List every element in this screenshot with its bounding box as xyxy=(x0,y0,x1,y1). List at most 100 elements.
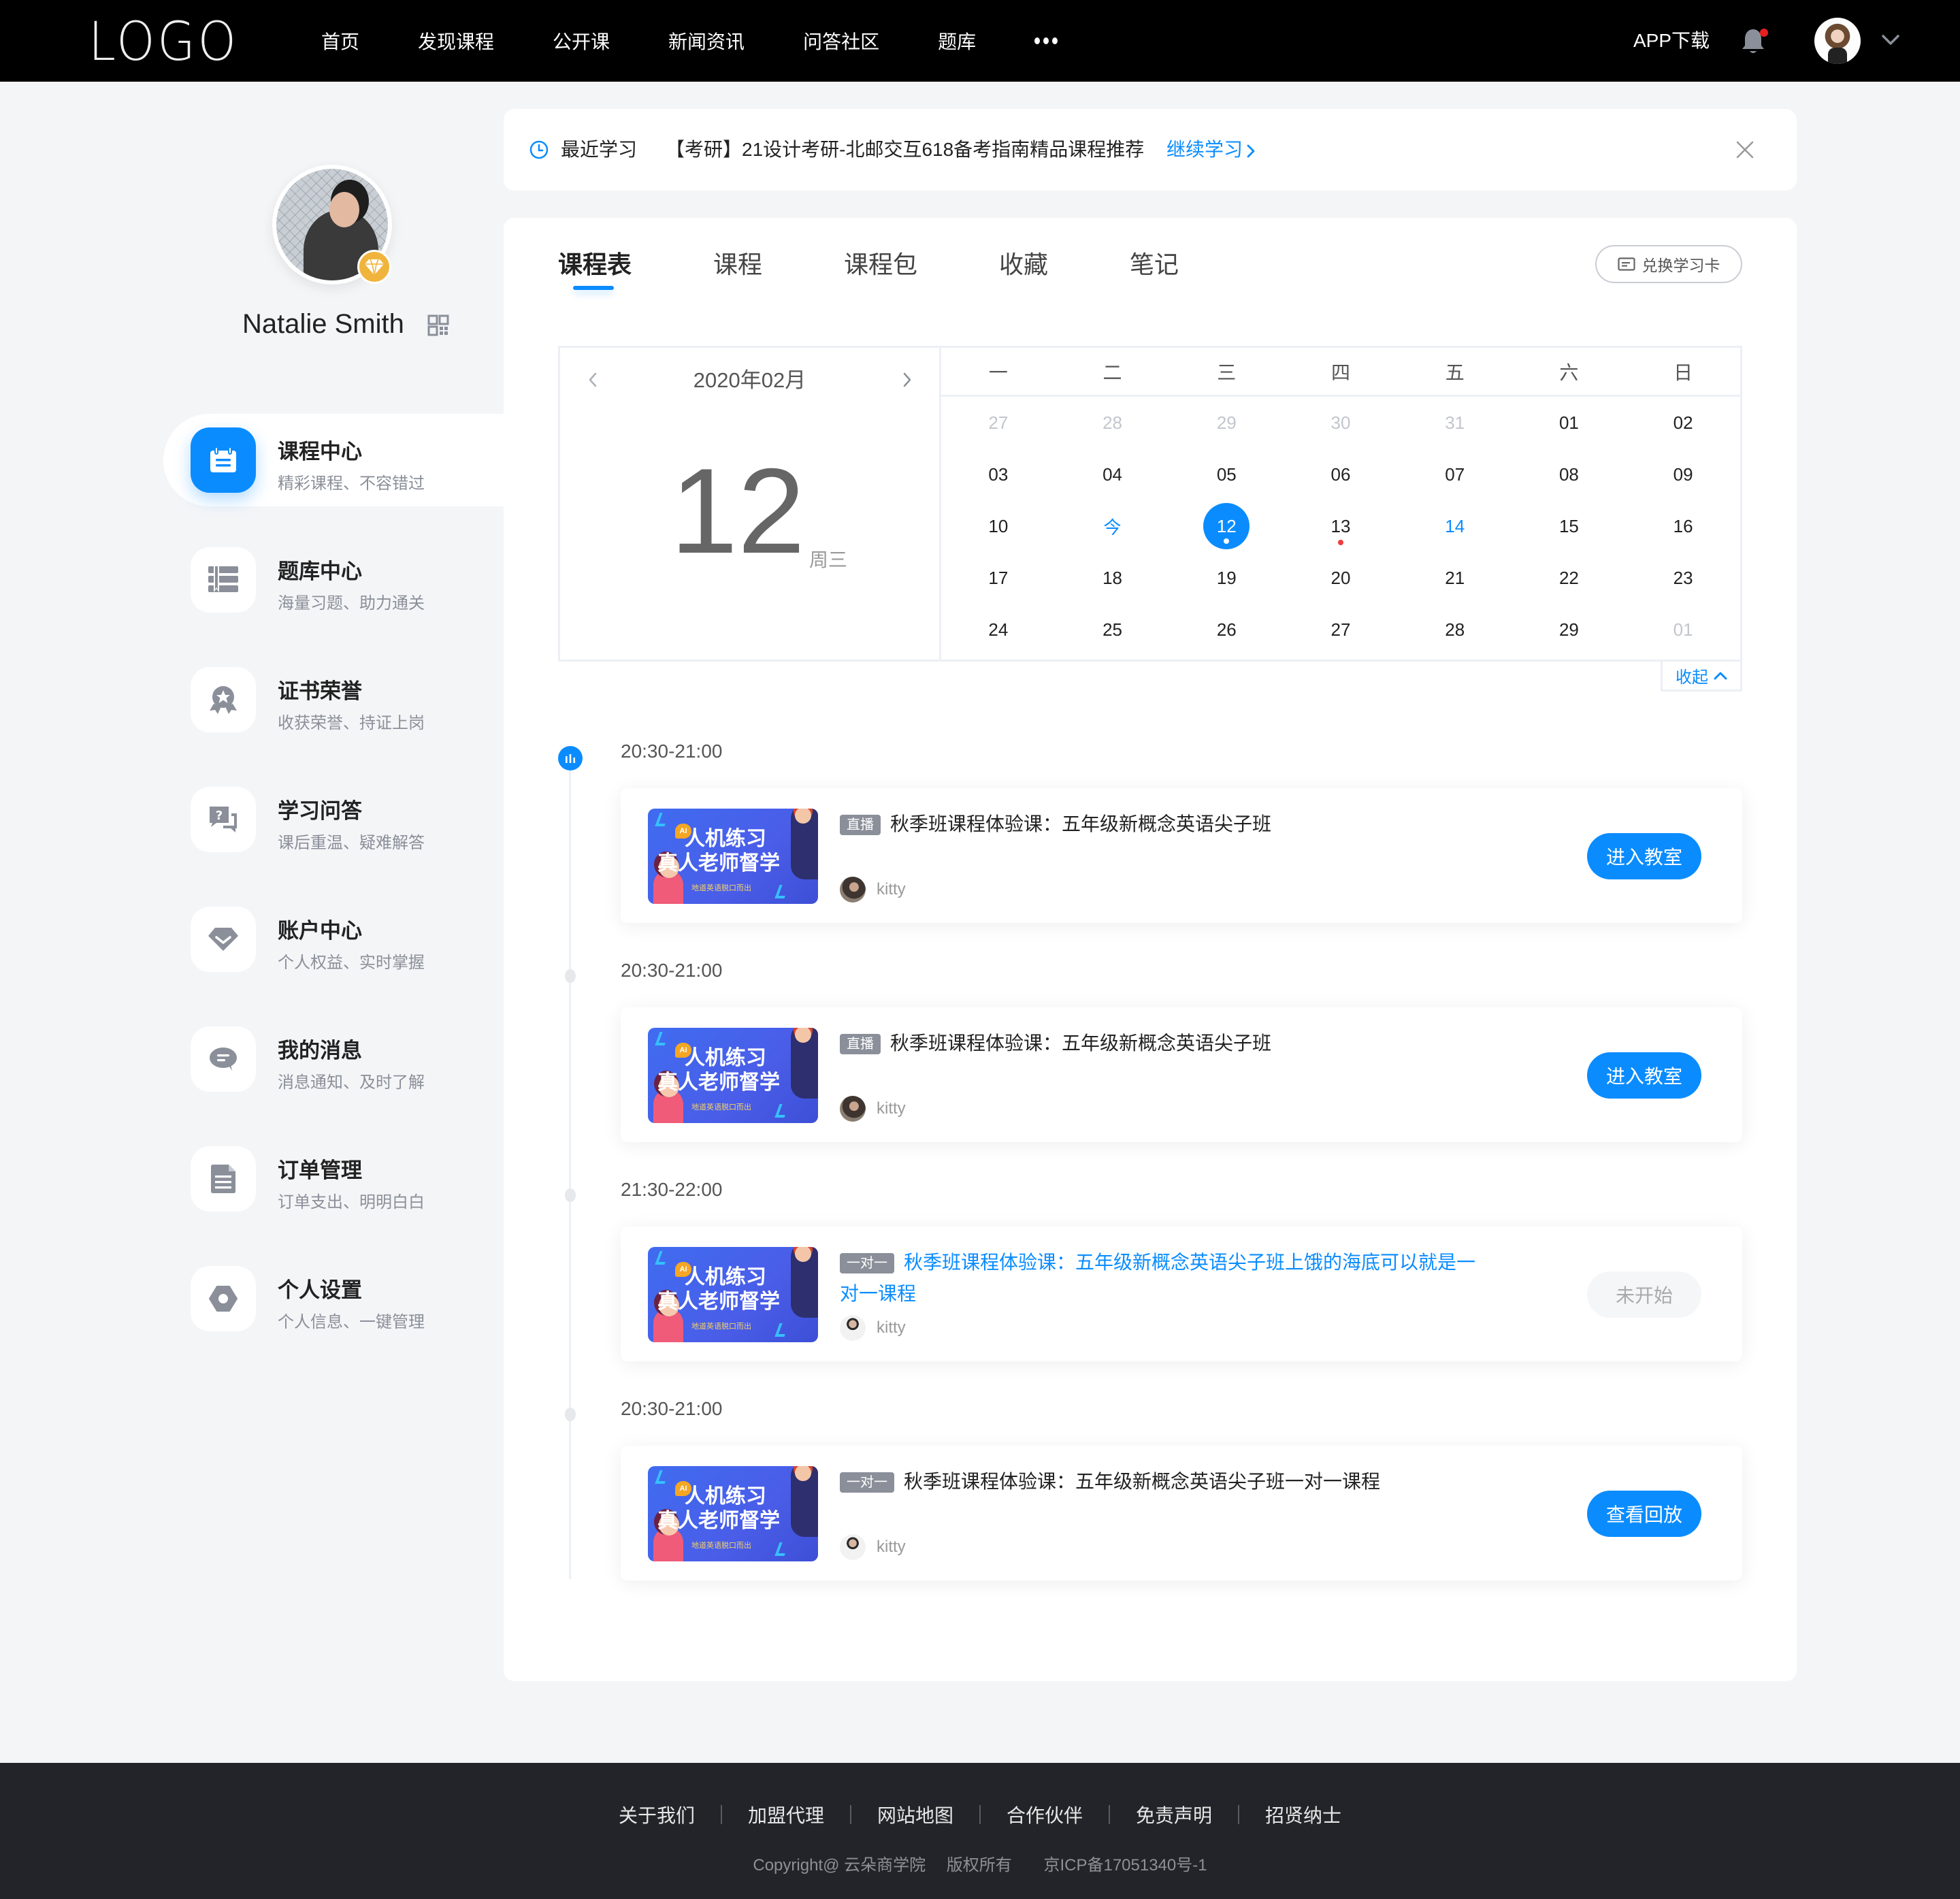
calendar-day[interactable]: 14 xyxy=(1398,500,1512,552)
course-title[interactable]: 直播 秋季班课程体验课：五年级新概念英语尖子班 xyxy=(840,1028,1480,1059)
nav-qa-community[interactable]: 问答社区 xyxy=(803,27,879,54)
calendar-day[interactable]: 27 xyxy=(1284,604,1398,655)
calendar-day[interactable]: 09 xyxy=(1626,449,1740,500)
calendar-day[interactable]: 08 xyxy=(1512,449,1627,500)
calendar-day[interactable]: 07 xyxy=(1398,449,1512,500)
calendar-day[interactable]: 25 xyxy=(1056,604,1170,655)
course-title[interactable]: 一对一 秋季班课程体验课：五年级新概念英语尖子班一对一课程 xyxy=(840,1466,1480,1497)
calendar-day-selected[interactable]: 12 xyxy=(1169,500,1284,552)
calendar-day[interactable]: 02 xyxy=(1626,397,1740,449)
footer-links: 关于我们 加盟代理 网站地图 合作伙伴 免责声明 招贤纳士 xyxy=(0,1801,1960,1828)
redeem-study-card-button[interactable]: 兑换学习卡 xyxy=(1595,245,1742,283)
logo[interactable]: LOGO xyxy=(88,15,239,69)
tab-notes[interactable]: 笔记 xyxy=(1130,245,1179,280)
calendar-day[interactable]: 23 xyxy=(1626,552,1740,604)
nav-home[interactable]: 首页 xyxy=(321,27,359,54)
calendar-collapse-toggle[interactable]: 收起 xyxy=(1661,662,1742,692)
app-download-link[interactable]: APP下载 xyxy=(1633,0,1710,82)
calendar-day[interactable]: 28 xyxy=(1398,604,1512,655)
sidebar-item-personal-settings[interactable]: 个人设置 个人信息、一键管理 xyxy=(163,1252,504,1345)
profile-name: Natalie Smith xyxy=(242,309,404,339)
tab-course-packages[interactable]: 课程包 xyxy=(844,245,917,280)
recent-course-title[interactable]: 【考研】21设计考研-北邮交互618备考指南精品课程推荐 xyxy=(666,109,1144,191)
calendar-day[interactable]: 16 xyxy=(1626,500,1740,552)
calendar-day[interactable]: 04 xyxy=(1056,449,1170,500)
calendar-day[interactable]: 06 xyxy=(1284,449,1398,500)
calendar-day[interactable]: 01 xyxy=(1512,397,1627,449)
day-number: 30 xyxy=(1330,412,1351,433)
sidebar-item-title: 账户中心 xyxy=(278,919,362,943)
view-replay-button[interactable]: 查看回放 xyxy=(1587,1491,1701,1537)
course-title[interactable]: 一对一 秋季班课程体验课：五年级新概念英语尖子班上饿的海底可以就是一对一课程 xyxy=(840,1247,1480,1310)
course-thumbnail[interactable]: AI 人机练习 真人老师督学 地道英语脱口而出 xyxy=(648,1247,818,1342)
course-thumbnail[interactable]: AI 人机练习 真人老师督学 地道英语脱口而出 xyxy=(648,1028,818,1123)
calendar-day[interactable]: 18 xyxy=(1056,552,1170,604)
sidebar-item-question-bank[interactable]: 题库中心 海量习题、助力通关 xyxy=(163,534,504,626)
calendar-day[interactable]: 21 xyxy=(1398,552,1512,604)
live-bars-icon xyxy=(566,754,575,763)
enter-classroom-button[interactable]: 进入教室 xyxy=(1587,833,1701,879)
tab-schedule[interactable]: 课程表 xyxy=(558,245,632,280)
sidebar-item-course-center[interactable]: 课程中心 精彩课程、不容错过 xyxy=(163,414,504,506)
calendar-day[interactable]: 05 xyxy=(1169,449,1284,500)
calendar-day[interactable]: 10 xyxy=(941,500,1056,552)
nav-discover-courses[interactable]: 发现课程 xyxy=(418,27,494,54)
collapse-label: 收起 xyxy=(1676,668,1708,687)
calendar-day[interactable]: 29 xyxy=(1169,397,1284,449)
enter-classroom-button[interactable]: 进入教室 xyxy=(1587,1052,1701,1099)
footer-link[interactable]: 招贤纳士 xyxy=(1265,1801,1341,1828)
calendar-day[interactable]: 15 xyxy=(1512,500,1627,552)
calendar-days: 27 28 29 30 31 01 02 03 04 05 06 07 08 09 10 今 12 13 14 15 1… xyxy=(941,397,1740,655)
footer-link[interactable]: 加盟代理 xyxy=(748,1801,824,1828)
chevron-down-icon[interactable] xyxy=(1881,34,1900,46)
ellipsis-icon[interactable] xyxy=(1034,37,1058,44)
calendar-day[interactable]: 30 xyxy=(1284,397,1398,449)
calendar-day[interactable]: 28 xyxy=(1056,397,1170,449)
calendar-day[interactable]: 31 xyxy=(1398,397,1512,449)
user-avatar[interactable] xyxy=(1814,18,1861,64)
calendar-day[interactable]: 03 xyxy=(941,449,1056,500)
nav-question-bank[interactable]: 题库 xyxy=(938,27,976,54)
course-thumbnail[interactable]: AI 人机练习 真人老师督学 地道英语脱口而出 xyxy=(648,809,818,904)
thumbnail-tagline: 地道英语脱口而出 xyxy=(691,1103,751,1111)
calendar-day[interactable]: 26 xyxy=(1169,604,1284,655)
tab-favorites[interactable]: 收藏 xyxy=(999,245,1048,280)
calendar-day[interactable]: 24 xyxy=(941,604,1056,655)
footer-divider xyxy=(849,1805,851,1824)
chevron-right-icon[interactable] xyxy=(899,370,915,390)
sidebar-item-certificates[interactable]: 证书荣誉 收获荣誉、持证上岗 xyxy=(163,653,504,746)
footer-link[interactable]: 合作伙伴 xyxy=(1007,1801,1083,1828)
calendar-day[interactable]: 27 xyxy=(941,397,1056,449)
qrcode-icon[interactable] xyxy=(427,314,449,336)
decoration xyxy=(655,1251,670,1265)
sidebar-item-learning-qa[interactable]: ? 学习问答 课后重温、疑难解答 xyxy=(163,773,504,866)
calendar-day-today[interactable]: 今 xyxy=(1056,500,1170,552)
sidebar-item-messages[interactable]: 我的消息 消息通知、及时了解 xyxy=(163,1013,504,1105)
calendar-day[interactable]: 29 xyxy=(1512,604,1627,655)
calendar-day[interactable]: 13 xyxy=(1284,500,1398,552)
sidebar-item-account-center[interactable]: 账户中心 个人权益、实时掌握 xyxy=(163,893,504,986)
redeem-study-card-label: 兑换学习卡 xyxy=(1642,257,1720,274)
calendar-day[interactable]: 19 xyxy=(1169,552,1284,604)
day-number: 18 xyxy=(1102,567,1123,588)
footer-link[interactable]: 免责声明 xyxy=(1136,1801,1212,1828)
close-icon[interactable] xyxy=(1735,140,1754,159)
tab-courses[interactable]: 课程 xyxy=(713,245,762,280)
svg-text:?: ? xyxy=(216,809,223,823)
nav-open-courses[interactable]: 公开课 xyxy=(553,27,610,54)
sidebar-item-order-management[interactable]: 订单管理 订单支出、明明白白 xyxy=(163,1133,504,1225)
teacher-info: kitty xyxy=(840,877,906,903)
course-title[interactable]: 直播 秋季班课程体验课：五年级新概念英语尖子班 xyxy=(840,809,1480,840)
course-thumbnail[interactable]: AI 人机练习 真人老师督学 地道英语脱口而出 xyxy=(648,1466,818,1561)
calendar-day[interactable]: 20 xyxy=(1284,552,1398,604)
calendar-day[interactable]: 17 xyxy=(941,552,1056,604)
footer-link[interactable]: 关于我们 xyxy=(619,1801,695,1828)
sidebar-item-title: 证书荣誉 xyxy=(278,679,362,703)
calendar-day[interactable]: 01 xyxy=(1626,604,1740,655)
weekday-header: 五 xyxy=(1445,361,1465,383)
day-number: 29 xyxy=(1216,412,1237,433)
calendar-day[interactable]: 22 xyxy=(1512,552,1627,604)
nav-news[interactable]: 新闻资讯 xyxy=(668,27,745,54)
footer-link[interactable]: 网站地图 xyxy=(877,1801,953,1828)
continue-learning-link[interactable]: 继续学习 xyxy=(1166,109,1255,191)
